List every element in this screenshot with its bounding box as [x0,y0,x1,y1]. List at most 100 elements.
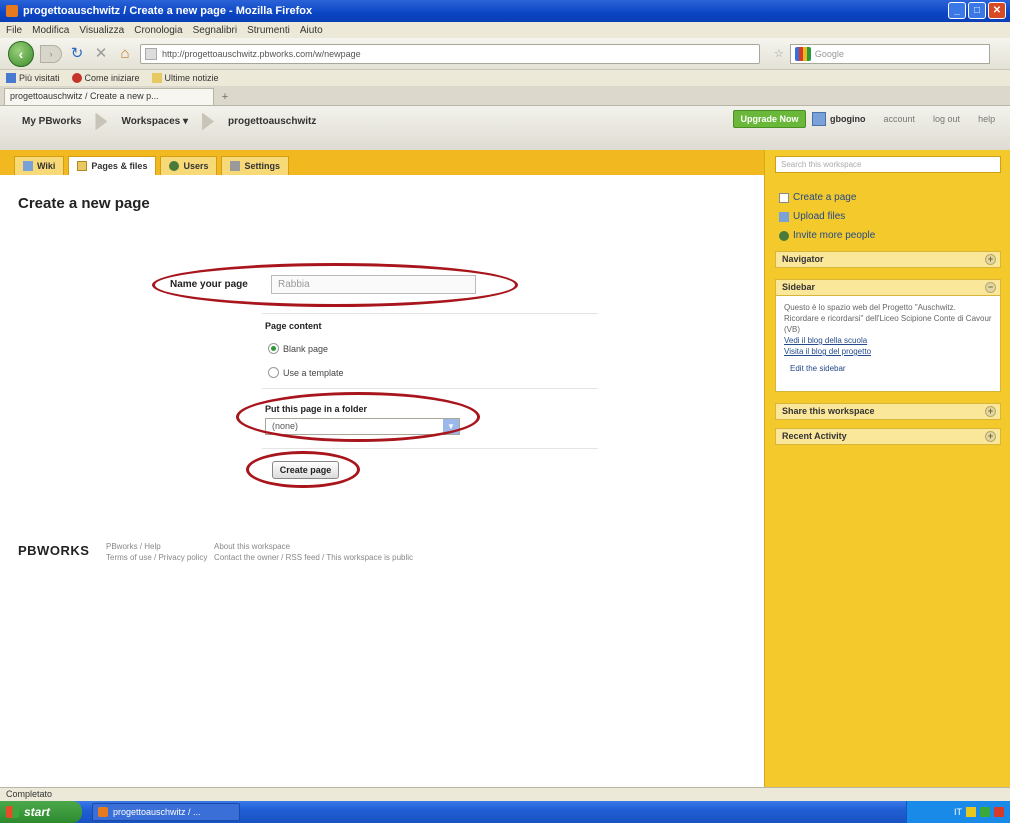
school-blog-link[interactable]: Vedi il blog della scuola [784,335,992,346]
menu-history[interactable]: Cronologia [134,25,182,36]
tray-icon[interactable] [994,807,1004,817]
panel-title: Share this workspace [782,406,875,416]
stop-icon[interactable]: ✕ [92,45,110,63]
search-bar[interactable]: Google [789,43,990,64]
forward-button[interactable]: › [40,44,62,63]
upload-files-link[interactable]: Upload files [779,211,845,222]
avatar [812,112,826,126]
url-bar[interactable]: http://progettoauschwitz.pbworks.com/w/n… [140,43,760,64]
bookmark-most-visited[interactable]: Più visitati [6,73,60,83]
panel-recent-activity[interactable]: Recent Activity + [775,428,1001,445]
menu-help[interactable]: Aiuto [300,25,323,36]
google-icon [794,46,811,61]
upgrade-now-button[interactable]: Upgrade Now [733,110,806,128]
page-icon [779,192,789,203]
footer-links-right: About this workspace Contact the owner /… [214,541,413,563]
crumb-my-pbworks[interactable]: My PBworks [16,112,95,131]
home-icon[interactable]: ⌂ [116,45,134,63]
menu-bar: File Modifica Visualizza Cronologia Segn… [0,22,1010,38]
bookmark-label: Come iniziare [84,73,140,83]
footer-links-left: PBworks / Help Terms of use / Privacy po… [106,541,207,563]
radio-use-template[interactable]: Use a template [268,367,344,378]
panel-navigator[interactable]: Navigator + [775,251,1001,268]
breadcrumb: My PBworks Workspaces ▾ progettoauschwit… [16,112,330,131]
users-icon [169,161,180,171]
tab-strip: progettoauschwitz / Create a new p... + [0,86,1010,106]
radio-blank-page[interactable]: Blank page [268,343,328,354]
bookmark-latest-news[interactable]: Ultime notizie [151,73,219,83]
workspace-search-input[interactable]: Search this workspace [775,156,1001,173]
back-button[interactable]: ‹ [8,40,34,67]
windows-logo-icon [6,806,19,818]
sidebar-panel-body: Questo è lo spazio web del Progetto "Aus… [775,296,1001,392]
sidebar-description: Questo è lo spazio web del Progetto "Aus… [784,303,992,334]
gear-icon [230,161,241,171]
tray-icon[interactable] [980,807,990,817]
panel-share-workspace[interactable]: Share this workspace + [775,403,1001,420]
link-label: Upload files [793,211,846,222]
help-link[interactable]: help [978,114,995,124]
radio-button[interactable] [268,367,279,378]
crumb-workspaces-label: Workspaces [121,116,181,127]
minimize-button[interactable]: _ [948,2,966,19]
menu-edit[interactable]: Modifica [32,25,69,36]
chevron-down-icon: ▾ [183,116,189,127]
tray-icon[interactable] [966,807,976,817]
menu-bookmarks[interactable]: Segnalibri [193,25,237,36]
create-page-link[interactable]: Create a page [779,192,856,203]
account-link[interactable]: account [884,114,916,124]
menu-file[interactable]: File [6,25,22,36]
menu-view[interactable]: Visualizza [79,25,124,36]
crumb-separator [202,112,215,131]
window-titlebar: progettoauschwitz / Create a new page - … [0,0,1010,22]
tab-pages-files[interactable]: Pages & files [68,156,157,175]
panel-title: Sidebar [782,282,816,292]
sidebar: Search this workspace Create a page Uplo… [764,150,1010,787]
tab-label: Users [183,160,209,171]
bookmark-getting-started[interactable]: Come iniziare [71,73,140,83]
radio-label: Blank page [283,343,329,354]
edit-sidebar-link[interactable]: Edit the sidebar [784,363,992,374]
bookmark-label: Più visitati [19,73,60,83]
main-content: Create a new page Name your page Rabbia … [0,175,764,787]
getting-started-icon [71,73,82,83]
footer-about-link[interactable]: About this workspace [214,541,413,552]
taskbar-item-firefox[interactable]: progettoauschwitz / ... [92,803,240,821]
footer-terms-link[interactable]: Terms of use / Privacy policy [106,552,207,563]
language-indicator[interactable]: IT [954,807,962,817]
firefox-icon [98,807,108,817]
start-button[interactable]: start [0,801,82,823]
browser-tab[interactable]: progettoauschwitz / Create a new p... [4,88,214,105]
project-blog-link[interactable]: Visita il blog del progetto [784,346,992,357]
crumb-workspace[interactable]: progettoauschwitz [222,112,330,131]
tab-users[interactable]: Users [160,156,218,175]
invite-people-link[interactable]: Invite more people [779,230,875,241]
expand-icon[interactable]: + [985,406,996,417]
bookmark-star-icon[interactable]: ☆ [774,47,784,60]
logout-link[interactable]: log out [933,114,960,124]
tab-wiki[interactable]: Wiki [14,156,65,175]
search-placeholder: Google [814,48,844,59]
reload-icon[interactable]: ↻ [68,45,86,63]
menu-tools[interactable]: Strumenti [247,25,290,36]
upload-icon [779,211,789,222]
radio-label: Use a template [283,367,344,378]
expand-icon[interactable]: + [985,431,996,442]
bookmarks-toolbar: Più visitati Come iniziare Ultime notizi… [0,70,1010,86]
expand-icon[interactable]: + [985,254,996,265]
tab-settings[interactable]: Settings [221,156,289,175]
pbworks-header: My PBworks Workspaces ▾ progettoauschwit… [0,106,1010,150]
new-tab-button[interactable]: + [217,90,233,105]
pbworks-logo: PBWORKS [18,543,90,558]
panel-sidebar[interactable]: Sidebar − [775,279,1001,296]
footer-help-link[interactable]: PBworks / Help [106,541,207,552]
footer-contact-link[interactable]: Contact the owner / RSS feed / This work… [214,552,413,563]
close-button[interactable]: ✕ [988,2,1006,19]
collapse-icon[interactable]: − [985,282,996,293]
crumb-workspaces[interactable]: Workspaces ▾ [115,112,202,131]
site-favicon-icon [145,47,157,60]
radio-button-checked[interactable] [268,343,279,354]
user-menu[interactable]: gbogino [812,112,866,126]
tab-label: Wiki [37,160,56,171]
maximize-button[interactable]: □ [968,2,986,19]
